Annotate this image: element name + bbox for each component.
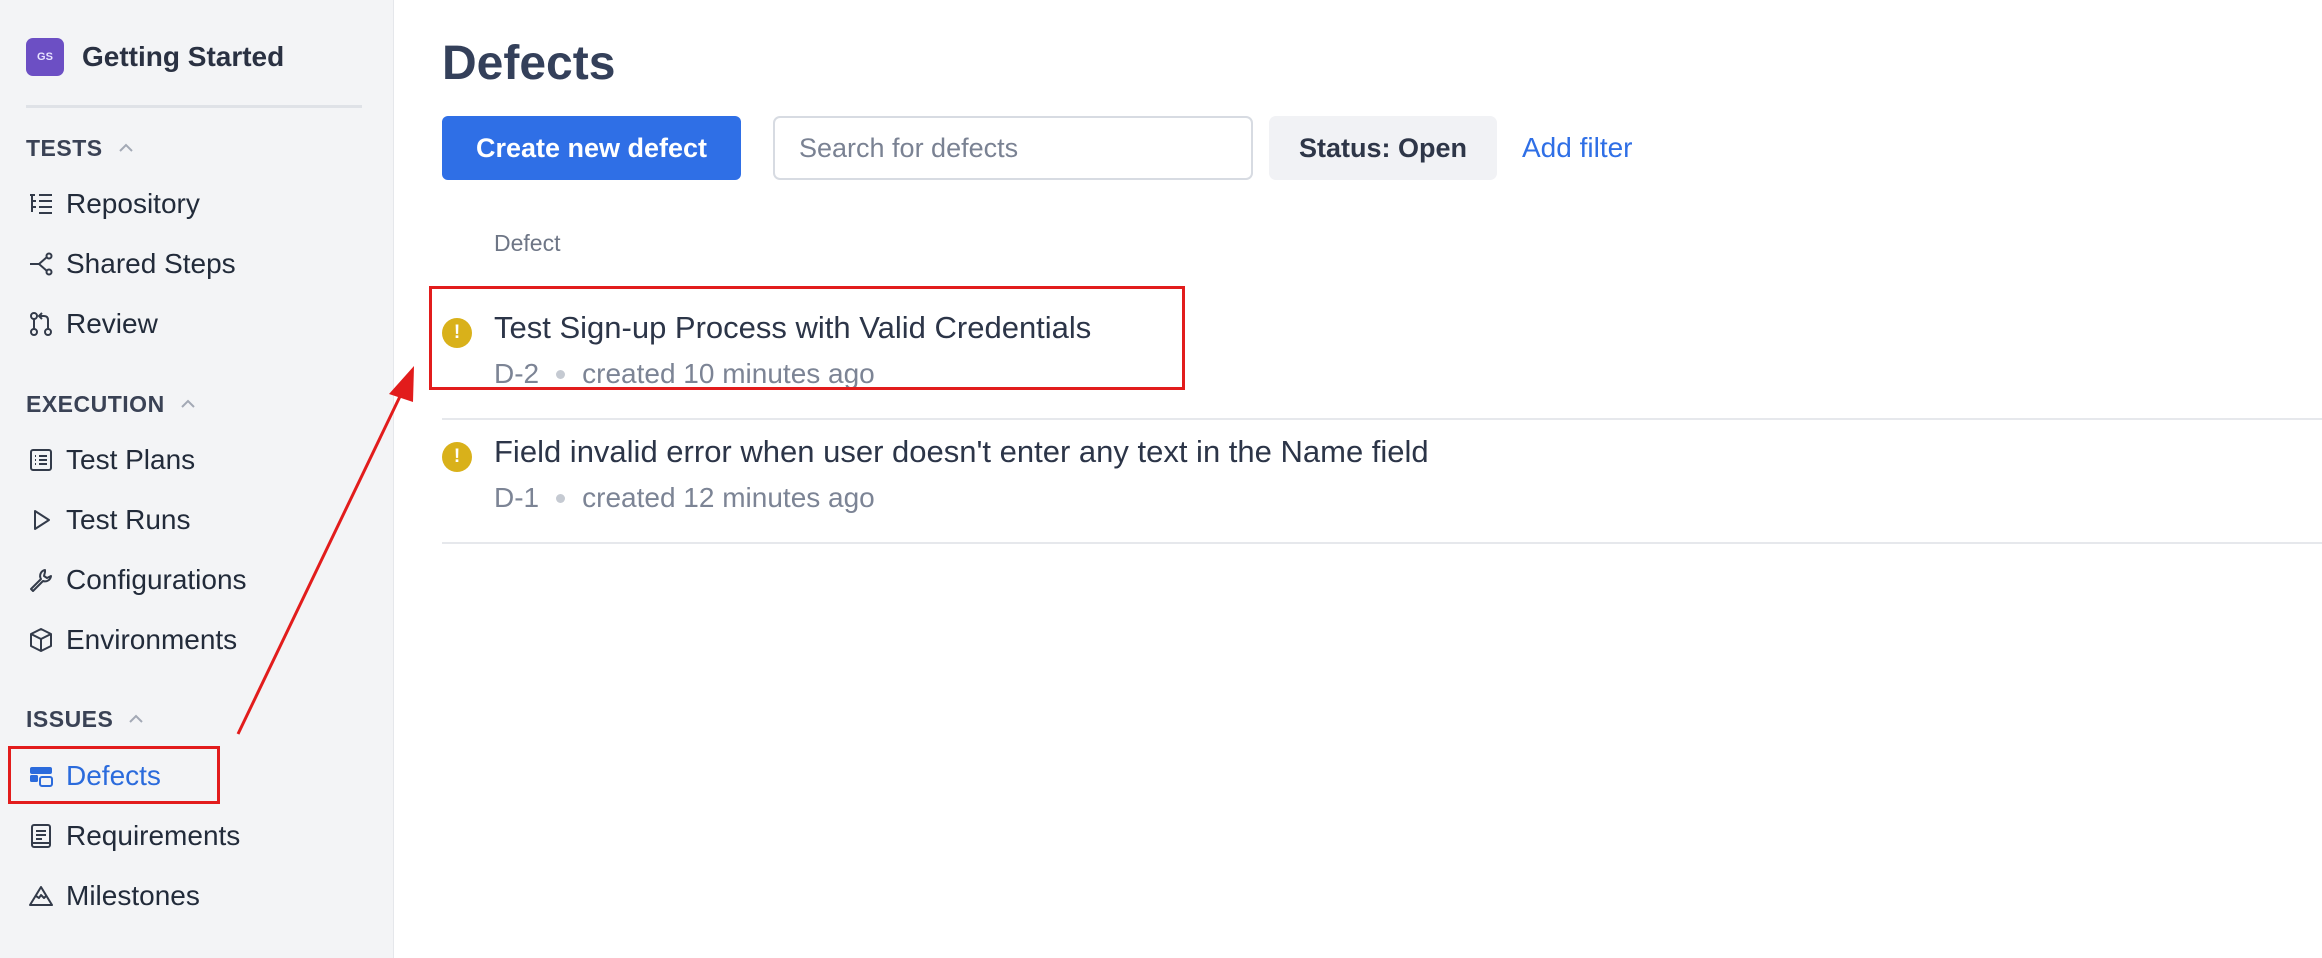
sidebar-item-environments[interactable]: Environments bbox=[26, 620, 237, 660]
sidebar-item-label: Requirements bbox=[66, 820, 241, 851]
sidebar-item-review[interactable]: Review bbox=[26, 304, 158, 344]
table-row[interactable]: ! Field invalid error when user doesn't … bbox=[442, 420, 2322, 544]
search-input[interactable] bbox=[773, 116, 1253, 180]
sidebar-item-test-plans[interactable]: Test Plans bbox=[26, 440, 195, 480]
add-filter-link[interactable]: Add filter bbox=[1522, 116, 1633, 180]
mountain-icon bbox=[26, 881, 56, 911]
defect-created: created 12 minutes ago bbox=[582, 482, 875, 513]
sidebar-item-label: Repository bbox=[66, 188, 200, 219]
sidebar-item-milestones[interactable]: Milestones bbox=[26, 876, 200, 916]
create-defect-button[interactable]: Create new defect bbox=[442, 116, 741, 180]
project-header[interactable]: GS Getting Started bbox=[26, 38, 284, 76]
cube-icon bbox=[26, 625, 56, 655]
sidebar-divider bbox=[26, 105, 362, 108]
sidebar-item-label: Review bbox=[66, 308, 158, 339]
project-name: Getting Started bbox=[82, 41, 285, 72]
sidebar: GS Getting Started TESTS Repository Shar… bbox=[0, 0, 394, 958]
wrench-icon bbox=[26, 565, 56, 595]
sidebar-item-configurations[interactable]: Configurations bbox=[26, 560, 247, 600]
sidebar-item-label: Configurations bbox=[66, 564, 247, 595]
defect-id: D-1 bbox=[494, 482, 540, 513]
sidebar-item-label: Shared Steps bbox=[66, 248, 236, 279]
share-steps-icon bbox=[26, 249, 56, 279]
play-icon bbox=[26, 505, 56, 535]
defect-created: created 10 minutes ago bbox=[582, 358, 875, 389]
git-pull-request-icon bbox=[26, 309, 56, 339]
warning-icon: ! bbox=[442, 318, 472, 348]
sidebar-item-label: Environments bbox=[66, 624, 238, 655]
warning-icon: ! bbox=[442, 442, 472, 472]
project-avatar: GS bbox=[26, 38, 64, 76]
table-row[interactable]: ! Test Sign-up Process with Valid Creden… bbox=[442, 296, 2322, 420]
defect-id: D-2 bbox=[494, 358, 540, 389]
column-header-defect: Defect bbox=[494, 230, 561, 256]
chevron-up-icon bbox=[129, 714, 144, 723]
chevron-up-icon bbox=[118, 143, 133, 152]
defect-meta: D-2 created 10 minutes ago bbox=[494, 358, 875, 390]
defect-title[interactable]: Test Sign-up Process with Valid Credenti… bbox=[494, 310, 1091, 346]
section-title-issues: ISSUES bbox=[26, 705, 114, 732]
defects-icon bbox=[26, 761, 56, 791]
section-title-execution: EXECUTION bbox=[26, 390, 165, 417]
defect-title[interactable]: Field invalid error when user doesn't en… bbox=[494, 434, 1429, 470]
section-tests-toggle[interactable]: TESTS bbox=[26, 132, 135, 164]
section-execution-toggle[interactable]: EXECUTION bbox=[26, 388, 197, 420]
tree-list-icon bbox=[26, 189, 56, 219]
sidebar-item-requirements[interactable]: Requirements bbox=[26, 816, 240, 856]
status-filter-button[interactable]: Status: Open bbox=[1269, 116, 1497, 180]
list-box-icon bbox=[26, 445, 56, 475]
main-content: Defects Create new defect Status: Open A… bbox=[394, 0, 2322, 958]
section-issues-toggle[interactable]: ISSUES bbox=[26, 703, 145, 735]
sidebar-item-label: Defects bbox=[66, 760, 161, 791]
sidebar-item-label: Test Plans bbox=[66, 444, 196, 475]
app-window: GS Getting Started TESTS Repository Shar… bbox=[0, 0, 2322, 958]
chevron-up-icon bbox=[180, 399, 195, 408]
separator-dot bbox=[556, 493, 566, 503]
page-title: Defects bbox=[442, 37, 616, 90]
sidebar-item-label: Milestones bbox=[66, 880, 200, 911]
sidebar-item-test-runs[interactable]: Test Runs bbox=[26, 500, 191, 540]
sidebar-item-defects[interactable]: Defects bbox=[26, 756, 161, 796]
sidebar-item-label: Test Runs bbox=[66, 504, 191, 535]
section-title-tests: TESTS bbox=[26, 134, 103, 161]
defect-meta: D-1 created 12 minutes ago bbox=[494, 482, 875, 514]
document-icon bbox=[26, 821, 56, 851]
sidebar-item-repository[interactable]: Repository bbox=[26, 184, 200, 224]
separator-dot bbox=[556, 369, 566, 379]
sidebar-item-shared-steps[interactable]: Shared Steps bbox=[26, 244, 236, 284]
